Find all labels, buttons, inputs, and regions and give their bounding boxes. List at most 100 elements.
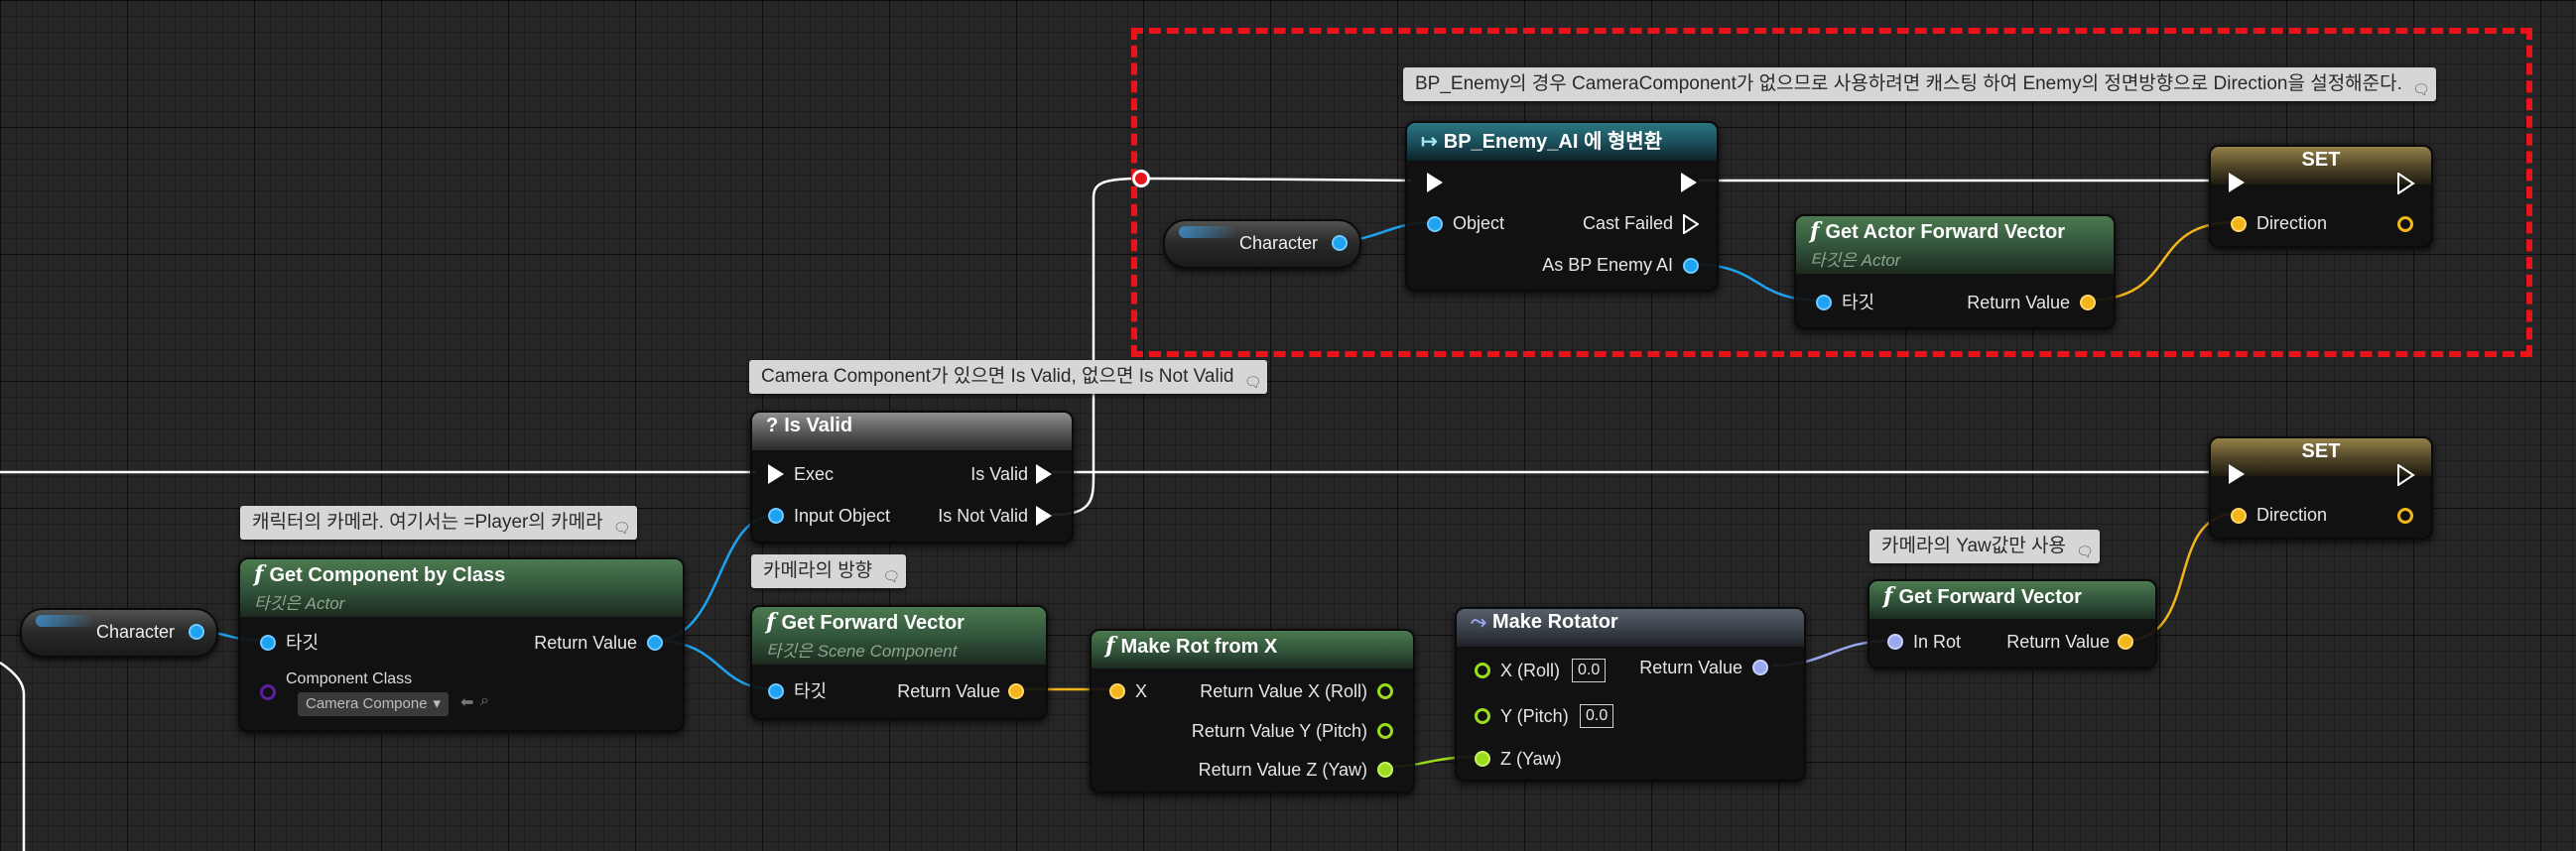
roll-label: Return Value X (Roll) [1200, 681, 1367, 701]
forward-vector-subtitle: 타깃은 Scene Component [766, 642, 958, 661]
return-value-label: Return Value [2006, 632, 2110, 652]
y-pitch-input-pin[interactable] [1475, 708, 1490, 724]
reroute-knot-icon[interactable] [1132, 170, 1150, 187]
yaw-output-pin[interactable] [1377, 762, 1393, 778]
character-var-label: Character [95, 622, 175, 642]
x-input-pin[interactable] [1109, 683, 1125, 699]
get-forward-vector-rot-node[interactable]: f Get Forward Vector In Rot Return Value [1868, 579, 2157, 669]
is-not-valid-exec-pin[interactable] [1036, 506, 1052, 526]
comment-yaw-note[interactable]: 카메라의 Yaw값만 사용 🗨 [1869, 530, 2100, 563]
set-direction-node-top[interactable]: SET Direction [2209, 145, 2433, 248]
direction-input-pin[interactable] [2231, 216, 2247, 232]
x-label: X [1135, 681, 1148, 701]
component-class-label: Component Class [286, 670, 413, 687]
component-class-pin[interactable] [260, 684, 276, 700]
in-rot-input-pin[interactable] [1887, 634, 1903, 650]
z-yaw-input-pin[interactable] [1475, 751, 1490, 767]
cast-failed-label: Cast Failed [1582, 213, 1673, 233]
exec-label: Exec [794, 464, 835, 484]
function-icon: f [1105, 633, 1115, 659]
target-input-pin[interactable] [768, 683, 784, 699]
cast-icon: ↦ [1421, 131, 1438, 153]
yaw-label: Return Value Z (Yaw) [1198, 760, 1367, 780]
get-actor-forward-vector-node[interactable]: f Get Actor Forward Vector 타깃은 Actor 타깃 R… [1794, 214, 2116, 329]
is-valid-exec-pin[interactable] [1036, 464, 1052, 484]
input-object-pin[interactable] [768, 508, 784, 524]
set-direction-node-bottom[interactable]: SET Direction [2209, 436, 2433, 540]
character-variable-top[interactable]: Character [1163, 219, 1361, 269]
is-valid-header: ? Is Valid [752, 413, 1072, 450]
is-valid-title: Is Valid [784, 415, 853, 436]
is-not-valid-label: Is Not Valid [938, 506, 1028, 526]
object-output-pin[interactable] [1332, 235, 1348, 251]
get-component-by-class-node[interactable]: f Get Component by Class 타깃은 Actor 타깃 Ret… [238, 557, 685, 732]
character-var-label: Character [1238, 233, 1318, 253]
in-rot-label: In Rot [1913, 632, 1962, 652]
comment-top-text: BP_Enemy의 경우 CameraComponent가 없으므로 사용하려면… [1415, 73, 2402, 94]
cast-node-header: ↦ BP_Enemy_AI 에 형변환 [1407, 123, 1717, 161]
component-class-dropdown[interactable]: Camera Compone ▾ [298, 692, 449, 716]
get-component-subtitle: 타깃은 Actor [254, 594, 345, 613]
function-icon: f [254, 561, 264, 587]
get-component-header: f Get Component by Class 타깃은 Actor [240, 559, 683, 617]
direction-input-pin[interactable] [2231, 508, 2247, 524]
direction-label: Direction [2256, 213, 2328, 233]
function-icon: f [766, 609, 776, 635]
exec-input-pin[interactable] [2229, 173, 2245, 192]
vector-output-pin[interactable] [1008, 683, 1024, 699]
y-pitch-input[interactable]: 0.0 [1580, 704, 1614, 728]
vector-output-pin[interactable] [2080, 295, 2096, 310]
object-pin-label: Object [1453, 213, 1505, 233]
y-pitch-label: Y (Pitch) [1500, 706, 1569, 726]
exec-input-pin[interactable] [2229, 464, 2245, 484]
cast-node-title: BP_Enemy_AI 에 형변환 [1443, 131, 1663, 153]
browse-search-icon[interactable]: ⌕ [480, 692, 489, 710]
exec-input-pin[interactable] [1427, 173, 1443, 192]
target-input-pin[interactable] [1816, 295, 1832, 310]
as-bp-enemy-output-pin[interactable] [1683, 258, 1699, 274]
comment-bubble-icon: 🗨 [1243, 374, 1262, 390]
object-output-pin[interactable] [647, 635, 663, 651]
object-output-pin[interactable] [189, 624, 204, 640]
cast-node[interactable]: ↦ BP_Enemy_AI 에 형변환 Object Cast Failed As… [1405, 121, 1719, 292]
x-roll-input[interactable]: 0.0 [1572, 659, 1607, 682]
character-variable-bottom[interactable]: Character [20, 608, 218, 658]
function-icon: f [1883, 583, 1893, 609]
set-top-title: SET [2301, 149, 2341, 171]
is-valid-output-label: Is Valid [970, 464, 1028, 484]
comment-camera-note[interactable]: 캐릭터의 카메라. 여기서는 =Player의 카메라 🗨 [240, 506, 637, 540]
pitch-output-pin[interactable] [1377, 723, 1393, 739]
forward-vector-rot-title: Get Forward Vector [1898, 586, 2082, 608]
input-object-label: Input Object [794, 506, 891, 526]
get-forward-vector-node[interactable]: f Get Forward Vector 타깃은 Scene Component … [750, 605, 1048, 720]
make-rot-from-x-node[interactable]: f Make Rot from X X Return Value X (Roll)… [1090, 629, 1415, 793]
roll-output-pin[interactable] [1377, 683, 1393, 699]
comment-yaw-text: 카메라의 Yaw값만 사용 [1881, 536, 2066, 556]
set-bottom-title: SET [2301, 440, 2341, 462]
exec-input-pin[interactable] [768, 464, 784, 484]
comment-bubble-icon: 🗨 [882, 568, 901, 584]
direction-output-pin[interactable] [2397, 216, 2413, 232]
use-selected-arrow-icon[interactable]: ⬅ [460, 692, 473, 712]
exec-output-pin[interactable] [2397, 464, 2415, 486]
return-value-label: Return Value [1967, 293, 2070, 312]
x-roll-input-pin[interactable] [1475, 663, 1490, 678]
exec-wire-left-vertical [0, 661, 26, 851]
forward-vector-title: Get Forward Vector [781, 612, 965, 634]
direction-output-pin[interactable] [2397, 508, 2413, 524]
cast-failed-exec-pin[interactable] [1683, 214, 1699, 234]
comment-is-valid-note[interactable]: Camera Component가 있으면 Is Valid, 없으면 Is N… [749, 360, 1268, 394]
vector-output-pin[interactable] [2118, 634, 2133, 650]
target-input-pin[interactable] [260, 635, 276, 651]
is-valid-node[interactable]: ? Is Valid Exec Is Valid Input Object Is … [750, 411, 1074, 544]
make-rotator-node[interactable]: ⤳ Make Rotator X (Roll) 0.0 Return Value … [1455, 607, 1806, 782]
comment-direction-note[interactable]: 카메라의 방향 🗨 [751, 554, 907, 588]
object-input-pin[interactable] [1427, 216, 1443, 232]
comment-top-note[interactable]: BP_Enemy의 경우 CameraComponent가 없으므로 사용하려면… [1403, 67, 2436, 101]
exec-output-pin[interactable] [1681, 173, 1697, 192]
make-rotator-header: ⤳ Make Rotator [1457, 609, 1804, 647]
rotator-output-pin[interactable] [1752, 660, 1768, 675]
get-component-title: Get Component by Class [269, 564, 506, 586]
z-yaw-label: Z (Yaw) [1500, 749, 1562, 769]
exec-output-pin[interactable] [2397, 173, 2415, 194]
